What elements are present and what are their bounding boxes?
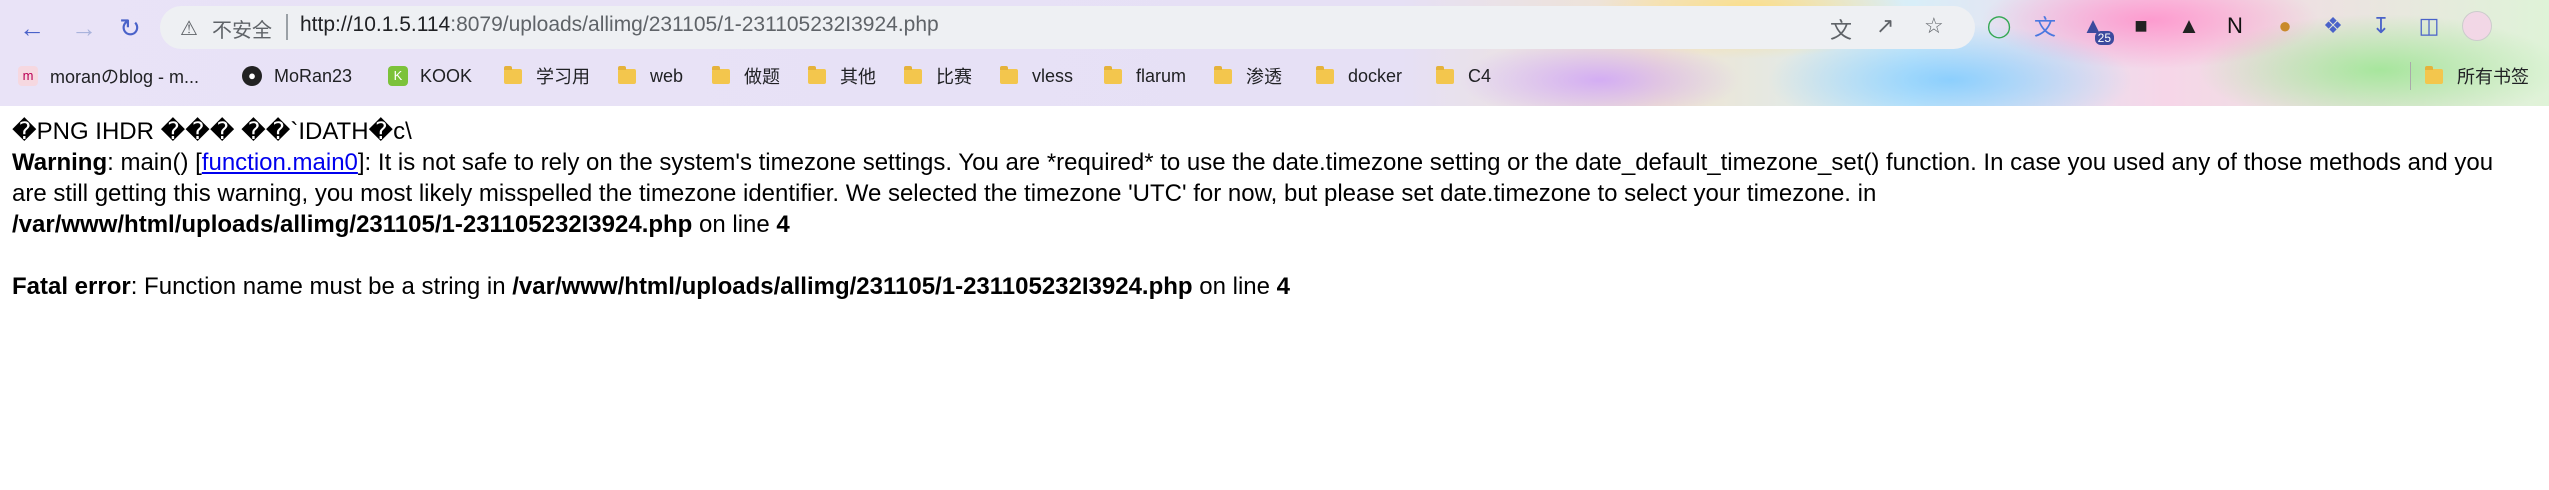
bookmark-10[interactable]: 渗透 — [1214, 62, 1282, 90]
browser-chrome: ← → ↻ ⚠ 不安全 http://10.1.5.114:8079/uploa… — [0, 0, 2549, 106]
circle-icon[interactable]: ◯ — [1982, 9, 2016, 43]
bookmark-9[interactable]: flarum — [1104, 62, 1186, 90]
warning-line-number: 4 — [776, 211, 790, 238]
bookmark-label: flarum — [1136, 65, 1187, 86]
folder-icon — [1436, 65, 1454, 84]
bookmark-label: docker — [1348, 65, 1403, 86]
notion-icon[interactable]: N — [2218, 9, 2252, 43]
translate-extension-icon[interactable]: 文 — [2028, 9, 2062, 43]
share-icon[interactable]: ↗ — [1876, 13, 1894, 39]
bookmark-0[interactable]: m moranのblog - m... — [18, 62, 199, 90]
bookmark-label: KOOK — [420, 65, 473, 86]
bookmark-8[interactable]: vless — [1000, 62, 1073, 90]
bookmark-12[interactable]: C4 — [1436, 62, 1491, 90]
bookmark-1[interactable]: ● MoRan23 — [242, 62, 352, 90]
cookie-icon[interactable]: ● — [2268, 9, 2302, 43]
warning-path: /var/www/html/uploads/allimg/231105/1-23… — [12, 211, 693, 238]
warning-message: Warning: main() [function.main0]: It is … — [12, 149, 2493, 238]
bookmark-5[interactable]: 做题 — [712, 62, 780, 90]
bookmark-label: C4 — [1468, 65, 1492, 86]
binary-garbage-text: �PNG IHDR ��� ��`IDATH�c\ — [12, 118, 412, 145]
graduation-cap-icon[interactable]: ▲ 25 — [2076, 9, 2114, 45]
translate-icon[interactable]: 文 — [1830, 13, 1852, 45]
badge-count: 25 — [2094, 31, 2114, 45]
hat-icon[interactable]: ▲ — [2172, 9, 2206, 43]
folder-icon — [808, 65, 826, 84]
bookmark-label: 学习用 — [536, 67, 590, 87]
blog-favicon: m — [18, 66, 38, 86]
folder-icon — [504, 65, 522, 84]
url-text[interactable]: http://10.1.5.114:8079/uploads/allimg/23… — [300, 13, 939, 37]
bookmark-label: vless — [1032, 65, 1074, 86]
url-host: http://10.1.5.114 — [300, 13, 451, 36]
folder-icon — [1316, 65, 1334, 84]
forward-icon[interactable]: → — [66, 10, 102, 46]
all-bookmarks-label: 所有书签 — [2457, 67, 2529, 87]
folder-icon — [712, 65, 730, 84]
bookmark-label: MoRan23 — [274, 65, 353, 86]
star-icon[interactable]: ☆ — [1924, 13, 1944, 39]
reload-icon[interactable]: ↻ — [112, 10, 148, 46]
fatal-error-text: : Function name must be a string in — [130, 273, 513, 300]
bookmark-label: 做题 — [744, 67, 780, 87]
back-icon[interactable]: ← — [14, 10, 50, 46]
tampermonkey-icon[interactable]: ■ — [2124, 9, 2158, 43]
kook-icon: K — [388, 66, 408, 86]
bookmark-11[interactable]: docker — [1316, 62, 1402, 90]
folder-icon — [1000, 65, 1018, 84]
bookmark-label: web — [650, 65, 684, 86]
puzzle-icon[interactable]: ❖ — [2316, 9, 2350, 43]
folder-icon — [618, 65, 636, 84]
fatal-error-message: Fatal error: Function name must be a str… — [12, 273, 1290, 300]
url-path: :8079/uploads/allimg/231105/1-231105232I… — [450, 13, 939, 36]
warning-triangle-icon[interactable]: ⚠ — [180, 16, 198, 41]
warning-prefix: : main() [ — [107, 149, 202, 176]
divider — [286, 14, 288, 40]
bookmark-2[interactable]: K KOOK — [388, 62, 472, 90]
bookmark-label: 其他 — [840, 67, 876, 87]
download-icon[interactable]: ↧ — [2364, 9, 2398, 43]
folder-icon — [2425, 65, 2443, 84]
fatal-error-path: /var/www/html/uploads/allimg/231105/1-23… — [512, 273, 1193, 300]
security-label[interactable]: 不安全 — [212, 14, 272, 43]
on-line-text: on line — [692, 211, 777, 238]
folder-icon — [1214, 65, 1232, 84]
warning-label: Warning — [12, 149, 108, 176]
github-icon: ● — [242, 66, 262, 86]
all-bookmarks[interactable]: 所有书签 — [2410, 62, 2529, 90]
avatar[interactable] — [2460, 9, 2494, 43]
sidebar-icon[interactable]: ◫ — [2412, 9, 2446, 43]
bookmark-label: 渗透 — [1246, 67, 1282, 87]
bookmark-6[interactable]: 其他 — [808, 62, 876, 90]
warning-text: ]: It is not safe to rely on the system'… — [12, 149, 2494, 207]
fatal-error-label: Fatal error — [12, 273, 131, 300]
on-line-text: on line — [1192, 273, 1277, 300]
folder-icon — [904, 65, 922, 84]
function-link[interactable]: function.main0 — [202, 149, 358, 176]
bookmark-3[interactable]: 学习用 — [504, 62, 590, 90]
fatal-line-number: 4 — [1276, 273, 1290, 300]
bookmark-label: moranのblog - m... — [50, 67, 200, 87]
folder-icon — [1104, 65, 1122, 84]
bookmark-7[interactable]: 比赛 — [904, 62, 972, 90]
bookmark-4[interactable]: web — [618, 62, 683, 90]
page-content: �PNG IHDR ��� ��`IDATH�c\ Warning: main(… — [12, 116, 2532, 302]
bookmark-label: 比赛 — [936, 67, 972, 87]
